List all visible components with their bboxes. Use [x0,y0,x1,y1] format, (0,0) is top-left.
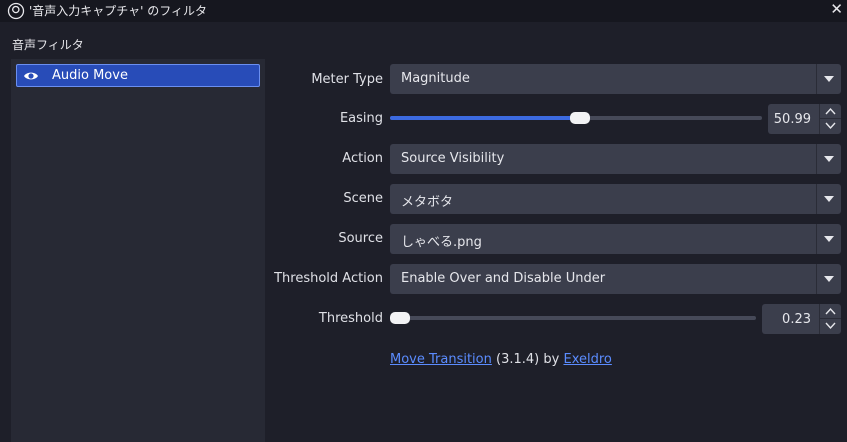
threshold-slider-handle[interactable] [390,312,410,324]
chevron-down-icon[interactable] [817,264,841,294]
action-label: Action [342,151,383,166]
threshold-increment-button[interactable] [820,304,841,319]
plugin-credit: Move Transition (3.1.4) by Exeldro [390,352,612,367]
chevron-down-icon[interactable] [817,224,841,254]
source-select[interactable]: しゃべる.png [390,224,841,254]
chevron-down-icon[interactable] [817,144,841,174]
threshold-decrement-button[interactable] [820,319,841,334]
easing-slider-handle[interactable] [569,112,590,124]
audio-filters-heading: 音声フィルタ [12,38,84,52]
chevron-up-icon [825,107,836,115]
easing-value: 50.99 [773,112,811,127]
meter-type-label: Meter Type [311,72,383,87]
threshold-value: 0.23 [782,312,811,327]
title-bar: '音声入力キャプチャ' のフィルタ ✕ [0,0,847,22]
threshold-slider[interactable] [390,312,756,324]
filter-list: Audio Move [11,59,265,442]
close-icon[interactable]: ✕ [830,0,843,18]
filter-item-label: Audio Move [52,68,128,83]
threshold-action-label: Threshold Action [274,271,383,286]
source-label: Source [338,231,383,246]
easing-increment-button[interactable] [820,104,841,119]
filter-item-audio-move[interactable]: Audio Move [16,64,260,87]
chevron-down-icon [825,322,836,330]
eye-icon[interactable] [23,68,39,84]
move-transition-link[interactable]: Move Transition [390,352,492,367]
easing-slider[interactable] [390,112,762,124]
scene-value: メタボタ [401,195,454,210]
window-title: '音声入力キャプチャ' のフィルタ [29,4,208,18]
threshold-spinbox[interactable]: 0.23 [762,304,841,334]
scene-label: Scene [343,191,383,206]
threshold-action-value: Enable Over and Disable Under [401,271,606,286]
plugin-version: (3.1.4) [496,352,540,367]
easing-decrement-button[interactable] [820,119,841,134]
easing-label: Easing [339,111,383,126]
by-text: by [543,352,560,367]
chevron-down-icon[interactable] [817,184,841,214]
chevron-down-icon [825,122,836,130]
obs-logo-icon [7,2,25,20]
meter-type-value: Magnitude [401,71,470,86]
chevron-down-icon[interactable] [817,64,841,94]
author-link[interactable]: Exeldro [563,352,611,367]
easing-spinbox[interactable]: 50.99 [768,104,841,134]
chevron-up-icon [825,307,836,315]
easing-slider-fill [390,116,580,120]
threshold-action-select[interactable]: Enable Over and Disable Under [390,264,841,294]
scene-select[interactable]: メタボタ [390,184,841,214]
action-select[interactable]: Source Visibility [390,144,841,174]
threshold-label: Threshold [318,311,383,326]
meter-type-select[interactable]: Magnitude [390,64,841,94]
source-value: しゃべる.png [401,235,482,250]
action-value: Source Visibility [401,151,505,166]
